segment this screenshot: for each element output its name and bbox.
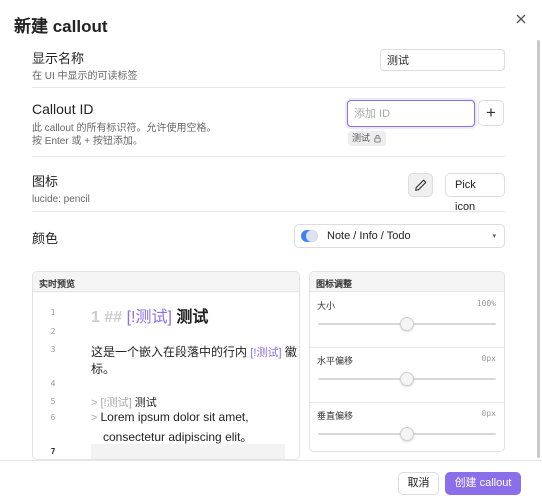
preview-heading: 1 ## [!测试] 测试: [91, 303, 208, 327]
color-select-value: Note / Info / Todo: [327, 230, 411, 242]
line-number: 6: [50, 413, 56, 422]
quote-body-text: Lorem ipsum dolor sit amet,: [100, 410, 249, 424]
display-name-input[interactable]: [380, 49, 505, 71]
active-line-highlight: [91, 444, 285, 459]
id-tag-label: 测试: [352, 133, 371, 143]
icon-adjust-panel: 图标调整 大小 100% 水平偏移 0px 垂直偏移 0px: [309, 271, 505, 452]
y-offset-label: 垂直偏移: [317, 411, 354, 421]
icon-setting-label: 图标: [32, 174, 59, 189]
icon-adjust-header: 图标调整: [310, 272, 504, 292]
paragraph-continuation: 标。: [91, 362, 116, 376]
close-icon[interactable]: [512, 12, 530, 30]
preview-quote-body: > Lorem ipsum dolor sit amet,: [91, 410, 249, 424]
settings-scroll-area: 显示名称 在 UI 中显示的可读标签 Callout ID 此 callout …: [0, 40, 542, 460]
plus-icon: +: [486, 103, 496, 122]
heading-text: 测试: [176, 309, 209, 326]
x-offset-slider-thumb[interactable]: [400, 372, 414, 386]
setting-icon: 图标 lucide: pencil: [32, 171, 505, 212]
size-label: 大小: [317, 301, 336, 311]
pencil-icon-preview[interactable]: [408, 173, 433, 197]
id-tag[interactable]: 测试: [348, 131, 387, 146]
vertical-scrollbar[interactable]: [537, 40, 540, 458]
chevron-down-icon: ▾: [492, 233, 496, 240]
pencil-icon: [414, 179, 426, 191]
adjust-row-y-offset: 垂直偏移 0px: [310, 403, 504, 451]
quote-callout-badge: [!测试]: [100, 397, 132, 409]
size-slider-thumb[interactable]: [400, 317, 414, 331]
y-offset-slider-thumb[interactable]: [400, 427, 414, 441]
callout-id-desc-2: 按 Enter 或 + 按钮添加。: [32, 136, 143, 147]
lock-icon: [374, 134, 381, 143]
new-callout-dialog: 新建 callout 显示名称 在 UI 中显示的可读标签 Callout ID…: [0, 0, 542, 500]
live-preview-header: 实时预览: [33, 272, 299, 292]
color-select[interactable]: Note / Info / Todo ▾: [294, 224, 505, 248]
preview-paragraph: 这是一个嵌入在段落中的行内 [!测试] 徽: [91, 343, 297, 360]
size-value: 100%: [476, 299, 496, 308]
preview-quote-title: > [!测试] 测试: [91, 394, 157, 410]
heading-marker: 1 ##: [91, 309, 127, 326]
color-swatch: [301, 230, 318, 242]
line-number: 7: [50, 447, 56, 456]
add-id-button[interactable]: +: [478, 100, 504, 126]
inline-callout-badge: [!测试]: [250, 347, 282, 359]
dialog-footer: 取消 创建 callout: [0, 460, 542, 500]
line-number: 5: [50, 397, 56, 406]
cancel-button[interactable]: 取消: [398, 472, 439, 495]
line-number: 1: [50, 308, 56, 317]
line-number: 3: [50, 345, 56, 354]
line-number: 2: [50, 327, 56, 336]
quote-title-text: 测试: [131, 397, 157, 409]
icon-setting-desc: lucide: pencil: [32, 194, 90, 205]
live-preview-panel: 实时预览 1 2 3 4 5 6 7 1 ## [!测试] 测试 这是一个嵌入在…: [32, 271, 300, 460]
display-name-desc: 在 UI 中显示的可读标签: [32, 71, 138, 82]
create-callout-button[interactable]: 创建 callout: [445, 472, 521, 495]
adjust-row-size: 大小 100%: [310, 293, 504, 348]
y-offset-value: 0px: [481, 409, 496, 418]
paragraph-text-b: 徽: [281, 345, 297, 359]
heading-callout-badge: [!测试]: [126, 309, 172, 326]
x-offset-value: 0px: [481, 354, 496, 363]
adjust-row-x-offset: 水平偏移 0px: [310, 348, 504, 403]
preview-editor[interactable]: 1 2 3 4 5 6 7 1 ## [!测试] 测试 这是一个嵌入在段落中的行…: [33, 293, 299, 459]
quote-body-continuation: consectetur adipiscing elit。: [103, 430, 253, 444]
dialog-title: 新建 callout: [14, 17, 108, 36]
pick-icon-button[interactable]: Pick icon: [445, 173, 505, 213]
line-number: 4: [50, 379, 56, 388]
callout-id-input[interactable]: [347, 100, 475, 127]
paragraph-text-a: 这是一个嵌入在段落中的行内: [91, 345, 251, 359]
x-offset-label: 水平偏移: [317, 356, 354, 366]
